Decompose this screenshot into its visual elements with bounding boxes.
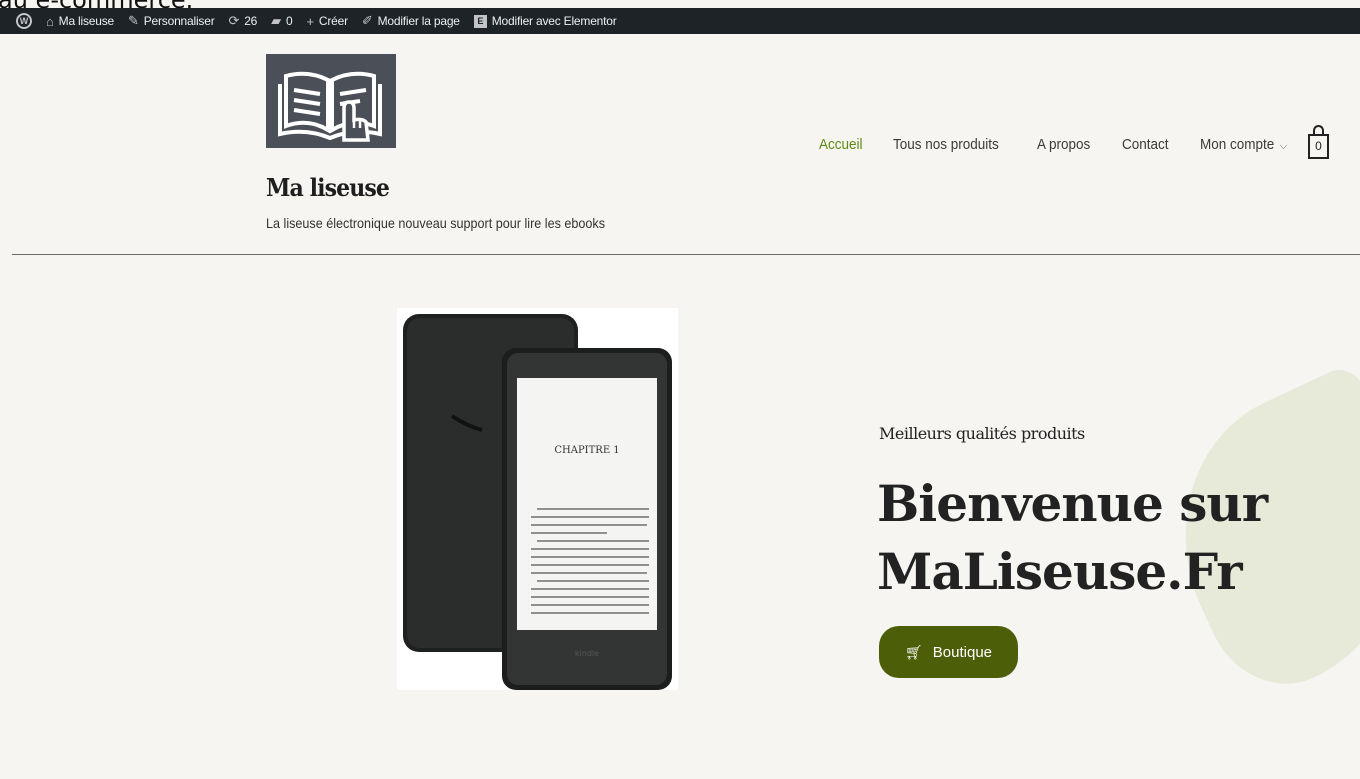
main-navigation: Accueil Tous nos produits A propos Conta… <box>819 136 1323 153</box>
nav-item-mon-compte[interactable]: Mon compte ⌵ <box>1200 136 1287 153</box>
shopping-bag-icon: 0 <box>1308 134 1329 159</box>
admin-bar: W ⌂ Ma liseuse ✎ Personnaliser ⟳ 26 ▰ 0 … <box>0 8 1360 34</box>
wordpress-logo-icon[interactable]: W <box>16 13 32 29</box>
nav-item-mon-compte-label: Mon compte <box>1199 136 1275 153</box>
admin-comments[interactable]: ▰ 0 <box>271 13 293 29</box>
comment-icon: ▰ <box>271 13 281 28</box>
nav-item-a-propos[interactable]: A propos <box>1037 136 1090 153</box>
shop-button-label: Boutique <box>932 643 992 661</box>
elementor-icon: E <box>473 14 487 28</box>
cart-icon: 🛒︎ <box>905 643 923 660</box>
kindle-device-illustration: CHAPITRE 1 kindle <box>403 314 672 690</box>
site-tagline: La liseuse électronique nouveau support … <box>266 215 606 231</box>
hero-title-line-1: Bienvenue sur <box>877 474 1268 533</box>
ereader-image: CHAPITRE 1 kindle <box>397 308 678 690</box>
ereader-chapter-text: CHAPITRE 1 <box>554 445 619 456</box>
nav-item-accueil[interactable]: Accueil <box>819 136 863 153</box>
admin-new[interactable]: + Créer <box>306 13 348 29</box>
admin-updates[interactable]: ⟳ 26 <box>229 13 258 29</box>
cart-count: 0 <box>1315 139 1322 153</box>
admin-site-name[interactable]: ⌂ Ma liseuse <box>46 14 114 29</box>
pencil-icon: ✐ <box>361 13 373 28</box>
plus-icon: + <box>306 13 314 29</box>
updates-icon: ⟳ <box>228 13 240 28</box>
cart-button[interactable]: 0 <box>1308 123 1330 159</box>
header-divider <box>12 254 1360 255</box>
book-hand-logo-icon <box>278 71 382 142</box>
brush-icon: ✎ <box>128 13 139 28</box>
admin-edit-page[interactable]: ✐ Modifier la page <box>362 13 460 29</box>
chevron-down-icon: ⌵ <box>1279 140 1288 152</box>
nav-item-tous-nos-produits[interactable]: Tous nos produits <box>893 136 999 153</box>
hero-eyebrow: Meilleurs qualités produits <box>879 424 1085 443</box>
ereader-brand-text: kindle <box>575 649 599 658</box>
hero-title-line-2: MaLiseuse.Fr <box>877 542 1243 601</box>
site-logo[interactable] <box>266 54 396 148</box>
shop-button[interactable]: 🛒︎ Boutique <box>879 626 1018 678</box>
hero-title: Bienvenue sur MaLiseuse.Fr <box>877 470 1337 606</box>
admin-customize[interactable]: ✎ Personnaliser <box>128 13 215 29</box>
nav-item-contact[interactable]: Contact <box>1122 136 1169 153</box>
site-title[interactable]: Ma liseuse <box>266 173 390 202</box>
dashboard-icon: ⌂ <box>46 13 54 29</box>
admin-edit-elementor[interactable]: E Modifier avec Elementor <box>473 14 617 28</box>
